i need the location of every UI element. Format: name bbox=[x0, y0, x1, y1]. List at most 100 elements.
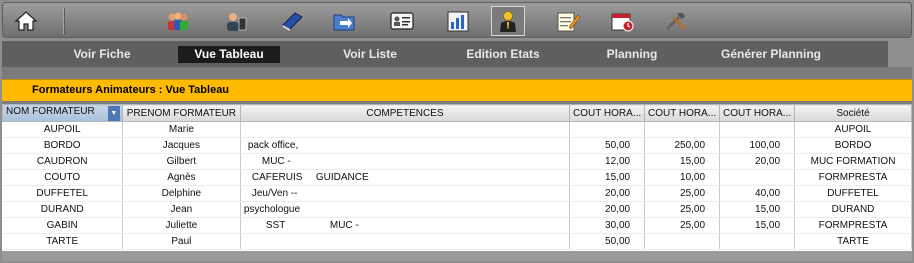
cell-cout-3[interactable]: 40,00 bbox=[719, 185, 796, 202]
cell-cout-3[interactable]: 15,00 bbox=[719, 217, 796, 234]
edit-note-icon bbox=[557, 12, 581, 32]
cell-cout-1[interactable]: 30,00 bbox=[569, 217, 646, 234]
cell-cout-1[interactable]: 20,00 bbox=[569, 201, 646, 218]
cell-nom[interactable]: BORDO bbox=[2, 137, 123, 154]
cell-prenom[interactable]: Jean bbox=[122, 201, 241, 218]
cell-societe[interactable]: TARTE bbox=[794, 233, 912, 250]
cell-societe[interactable]: MUC FORMATION bbox=[794, 153, 912, 170]
cell-cout-1[interactable]: 15,00 bbox=[569, 169, 646, 186]
table-row[interactable]: CAUDRON Gilbert MUC - 12,00 15,00 20,00 MUC FO… bbox=[2, 153, 912, 170]
cell-cout-3[interactable] bbox=[719, 121, 796, 138]
cell-competences[interactable]: pack office, bbox=[240, 137, 571, 154]
nav-planning[interactable]: Planning bbox=[592, 46, 672, 63]
cell-competences[interactable] bbox=[240, 121, 571, 138]
cell-societe[interactable]: BORDO bbox=[794, 137, 912, 154]
cell-cout-3[interactable]: 100,00 bbox=[719, 137, 796, 154]
nav-voir-liste[interactable]: Voir Liste bbox=[320, 46, 420, 63]
person-button[interactable] bbox=[491, 6, 525, 36]
cell-nom[interactable]: CAUDRON bbox=[2, 153, 123, 170]
column-header-societe[interactable]: Société bbox=[794, 104, 912, 122]
folder-arrow-icon bbox=[333, 14, 355, 31]
cell-competences[interactable] bbox=[240, 233, 571, 250]
table-row[interactable]: BORDO Jacques pack office, 50,00 250,00 100,0… bbox=[2, 137, 912, 154]
cell-competences[interactable]: SST MUC - bbox=[240, 217, 571, 234]
cell-competences[interactable]: MUC - bbox=[240, 153, 571, 170]
cell-competences[interactable]: Jeu/Ven -- bbox=[240, 185, 571, 202]
column-header-nom[interactable]: NOM FORMATEUR ▼ bbox=[2, 104, 123, 122]
column-header-competences[interactable]: COMPETENCES bbox=[239, 104, 571, 122]
cell-prenom[interactable]: Agnès bbox=[122, 169, 241, 186]
cell-cout-3[interactable]: 15,00 bbox=[719, 201, 796, 218]
competence-primary: psychologue bbox=[243, 204, 301, 215]
nav-voir-fiche[interactable]: Voir Fiche bbox=[52, 46, 152, 63]
cell-nom[interactable]: DUFFETEL bbox=[2, 185, 123, 202]
bar-chart-button[interactable] bbox=[441, 6, 475, 36]
edit-note-button[interactable] bbox=[551, 6, 585, 36]
cell-cout-2[interactable]: 25,00 bbox=[644, 217, 721, 234]
cell-prenom[interactable]: Jacques bbox=[122, 137, 241, 154]
cell-prenom[interactable]: Marie bbox=[122, 121, 241, 138]
cell-nom[interactable]: DURAND bbox=[2, 201, 123, 218]
cell-societe[interactable]: FORMPRESTA bbox=[794, 217, 912, 234]
cell-cout-3[interactable] bbox=[719, 169, 796, 186]
tools-button[interactable] bbox=[659, 6, 693, 36]
id-card-icon bbox=[390, 12, 414, 30]
column-header-cout-3[interactable]: COUT HORA... bbox=[719, 104, 796, 122]
table-row[interactable]: DUFFETEL Delphine Jeu/Ven -- 20,00 25,00 40,0… bbox=[2, 185, 912, 202]
cell-prenom[interactable]: Gilbert bbox=[122, 153, 241, 170]
cell-prenom[interactable]: Paul bbox=[122, 233, 241, 250]
cell-cout-2[interactable]: 15,00 bbox=[644, 153, 721, 170]
users-group-icon bbox=[168, 12, 188, 30]
id-card-button[interactable] bbox=[385, 6, 419, 36]
book-button[interactable] bbox=[275, 6, 309, 36]
cell-cout-1[interactable]: 20,00 bbox=[569, 185, 646, 202]
column-header-cout-1[interactable]: COUT HORA... bbox=[569, 104, 646, 122]
calendar-button[interactable] bbox=[605, 6, 639, 36]
cell-cout-1[interactable]: 50,00 bbox=[569, 137, 646, 154]
nav-bar: Voir Fiche Vue Tableau Voir Liste Editio… bbox=[2, 41, 888, 67]
table-row[interactable]: GABIN Juliette SST MUC - 30,00 25,00 15,00 FORM… bbox=[2, 217, 912, 234]
sort-desc-icon[interactable]: ▼ bbox=[107, 105, 120, 121]
users-group-button[interactable] bbox=[161, 6, 195, 36]
table-row[interactable]: COUTO Agnès CAFERUIS GUIDANCE 15,00 10,00 FORM… bbox=[2, 169, 912, 186]
table-row[interactable]: DURAND Jean psychologue 20,00 25,00 15,00 DURA… bbox=[2, 201, 912, 218]
section-title: Formateurs Animateurs : Vue Tableau bbox=[32, 84, 230, 96]
horizontal-scrollbar[interactable] bbox=[2, 251, 912, 261]
cell-nom[interactable]: COUTO bbox=[2, 169, 123, 186]
cell-cout-1[interactable]: 50,00 bbox=[569, 233, 646, 250]
cell-nom[interactable]: AUPOIL bbox=[2, 121, 123, 138]
cell-societe[interactable]: DUFFETEL bbox=[794, 185, 912, 202]
cell-competences[interactable]: psychologue bbox=[240, 201, 571, 218]
cell-cout-3[interactable]: 20,00 bbox=[719, 153, 796, 170]
cell-societe[interactable]: DURAND bbox=[794, 201, 912, 218]
cell-competences[interactable]: CAFERUIS GUIDANCE bbox=[240, 169, 571, 186]
cell-cout-2[interactable]: 25,00 bbox=[644, 201, 721, 218]
cell-cout-1[interactable]: 12,00 bbox=[569, 153, 646, 170]
cell-prenom[interactable]: Delphine bbox=[122, 185, 241, 202]
cell-cout-2[interactable] bbox=[644, 121, 721, 138]
cell-cout-2[interactable]: 25,00 bbox=[644, 185, 721, 202]
folder-arrow-button[interactable] bbox=[327, 6, 361, 36]
home-button[interactable] bbox=[9, 6, 43, 36]
cell-nom[interactable]: TARTE bbox=[2, 233, 123, 250]
cell-prenom[interactable]: Juliette bbox=[122, 217, 241, 234]
nav-edition-etats[interactable]: Edition Etats bbox=[448, 46, 558, 63]
table-row[interactable]: AUPOIL Marie AUPOIL bbox=[2, 121, 912, 138]
tools-icon bbox=[665, 11, 687, 31]
cell-nom[interactable]: GABIN bbox=[2, 217, 123, 234]
cell-cout-2[interactable]: 10,00 bbox=[644, 169, 721, 186]
cell-cout-2[interactable] bbox=[644, 233, 721, 250]
cell-societe[interactable]: FORMPRESTA bbox=[794, 169, 912, 186]
cell-cout-1[interactable] bbox=[569, 121, 646, 138]
column-header-cout-2[interactable]: COUT HORA... bbox=[644, 104, 721, 122]
cell-societe[interactable]: AUPOIL bbox=[794, 121, 912, 138]
table-row[interactable]: TARTE Paul 50,00 TARTE bbox=[2, 233, 912, 250]
column-header-prenom[interactable]: PRENOM FORMATEUR bbox=[121, 104, 241, 122]
nav-vue-tableau[interactable]: Vue Tableau bbox=[178, 46, 280, 63]
formateurs-table: NOM FORMATEUR ▼ PRENOM FORMATEUR COMPETEN… bbox=[2, 104, 912, 250]
cell-cout-2[interactable]: 250,00 bbox=[644, 137, 721, 154]
contact-phone-button[interactable] bbox=[219, 6, 253, 36]
table-header-row: NOM FORMATEUR ▼ PRENOM FORMATEUR COMPETEN… bbox=[2, 104, 912, 122]
nav-generer-planning[interactable]: Générer Planning bbox=[706, 46, 836, 63]
cell-cout-3[interactable] bbox=[719, 233, 796, 250]
